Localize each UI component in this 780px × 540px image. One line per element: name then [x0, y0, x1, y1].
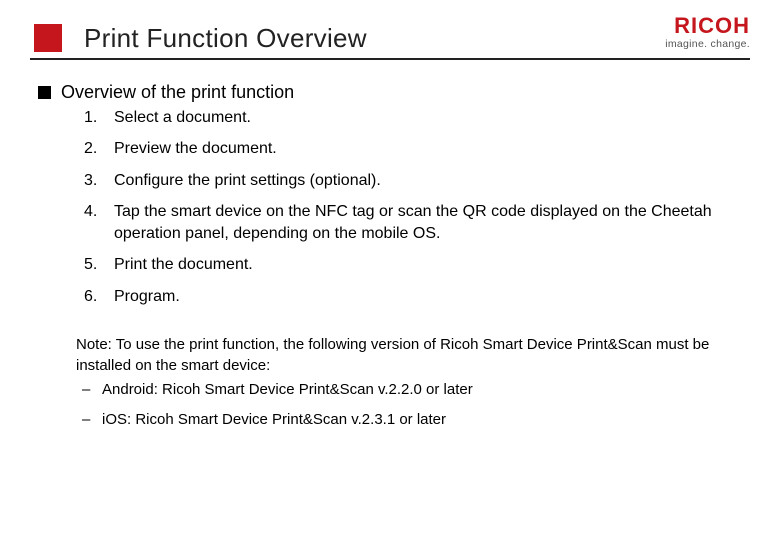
- title-block: Print Function Overview: [34, 23, 665, 54]
- logo: RICOH imagine. change.: [665, 15, 750, 54]
- header: Print Function Overview RICOH imagine. c…: [0, 0, 780, 54]
- slide: Print Function Overview RICOH imagine. c…: [0, 0, 780, 540]
- note-item: – Android: Ricoh Smart Device Print&Scan…: [76, 379, 730, 401]
- logo-tagline: imagine. change.: [665, 37, 750, 52]
- section-heading: Overview of the print function: [61, 82, 294, 103]
- brand-square-icon: [34, 24, 62, 52]
- list-item: 5. Print the document.: [84, 254, 740, 276]
- step-number: 5.: [84, 254, 114, 276]
- list-item: 1. Select a document.: [84, 107, 740, 129]
- note-text: iOS: Ricoh Smart Device Print&Scan v.2.3…: [102, 409, 446, 431]
- step-number: 2.: [84, 138, 114, 160]
- dash-icon: –: [82, 379, 102, 401]
- steps-list: 1. Select a document. 2. Preview the doc…: [84, 107, 740, 308]
- step-text: Configure the print settings (optional).: [114, 170, 740, 192]
- dash-icon: –: [82, 409, 102, 431]
- step-number: 1.: [84, 107, 114, 129]
- list-item: 6. Program.: [84, 286, 740, 308]
- bullet-square-icon: [38, 86, 51, 99]
- note-item: – iOS: Ricoh Smart Device Print&Scan v.2…: [76, 409, 730, 431]
- list-item: 2. Preview the document.: [84, 138, 740, 160]
- content: Overview of the print function 1. Select…: [0, 60, 780, 431]
- note-text: Android: Ricoh Smart Device Print&Scan v…: [102, 379, 473, 401]
- logo-text: RICOH: [665, 15, 750, 37]
- note-block: Note: To use the print function, the fol…: [76, 334, 730, 431]
- step-number: 4.: [84, 201, 114, 223]
- step-number: 6.: [84, 286, 114, 308]
- page-title: Print Function Overview: [84, 23, 367, 54]
- step-text: Tap the smart device on the NFC tag or s…: [114, 201, 740, 244]
- list-item: 3. Configure the print settings (optiona…: [84, 170, 740, 192]
- list-item: 4. Tap the smart device on the NFC tag o…: [84, 201, 740, 244]
- note-lead: Note: To use the print function, the fol…: [76, 334, 730, 378]
- step-text: Preview the document.: [114, 138, 740, 160]
- step-text: Select a document.: [114, 107, 740, 129]
- section-heading-row: Overview of the print function: [38, 82, 740, 103]
- step-number: 3.: [84, 170, 114, 192]
- step-text: Program.: [114, 286, 740, 308]
- step-text: Print the document.: [114, 254, 740, 276]
